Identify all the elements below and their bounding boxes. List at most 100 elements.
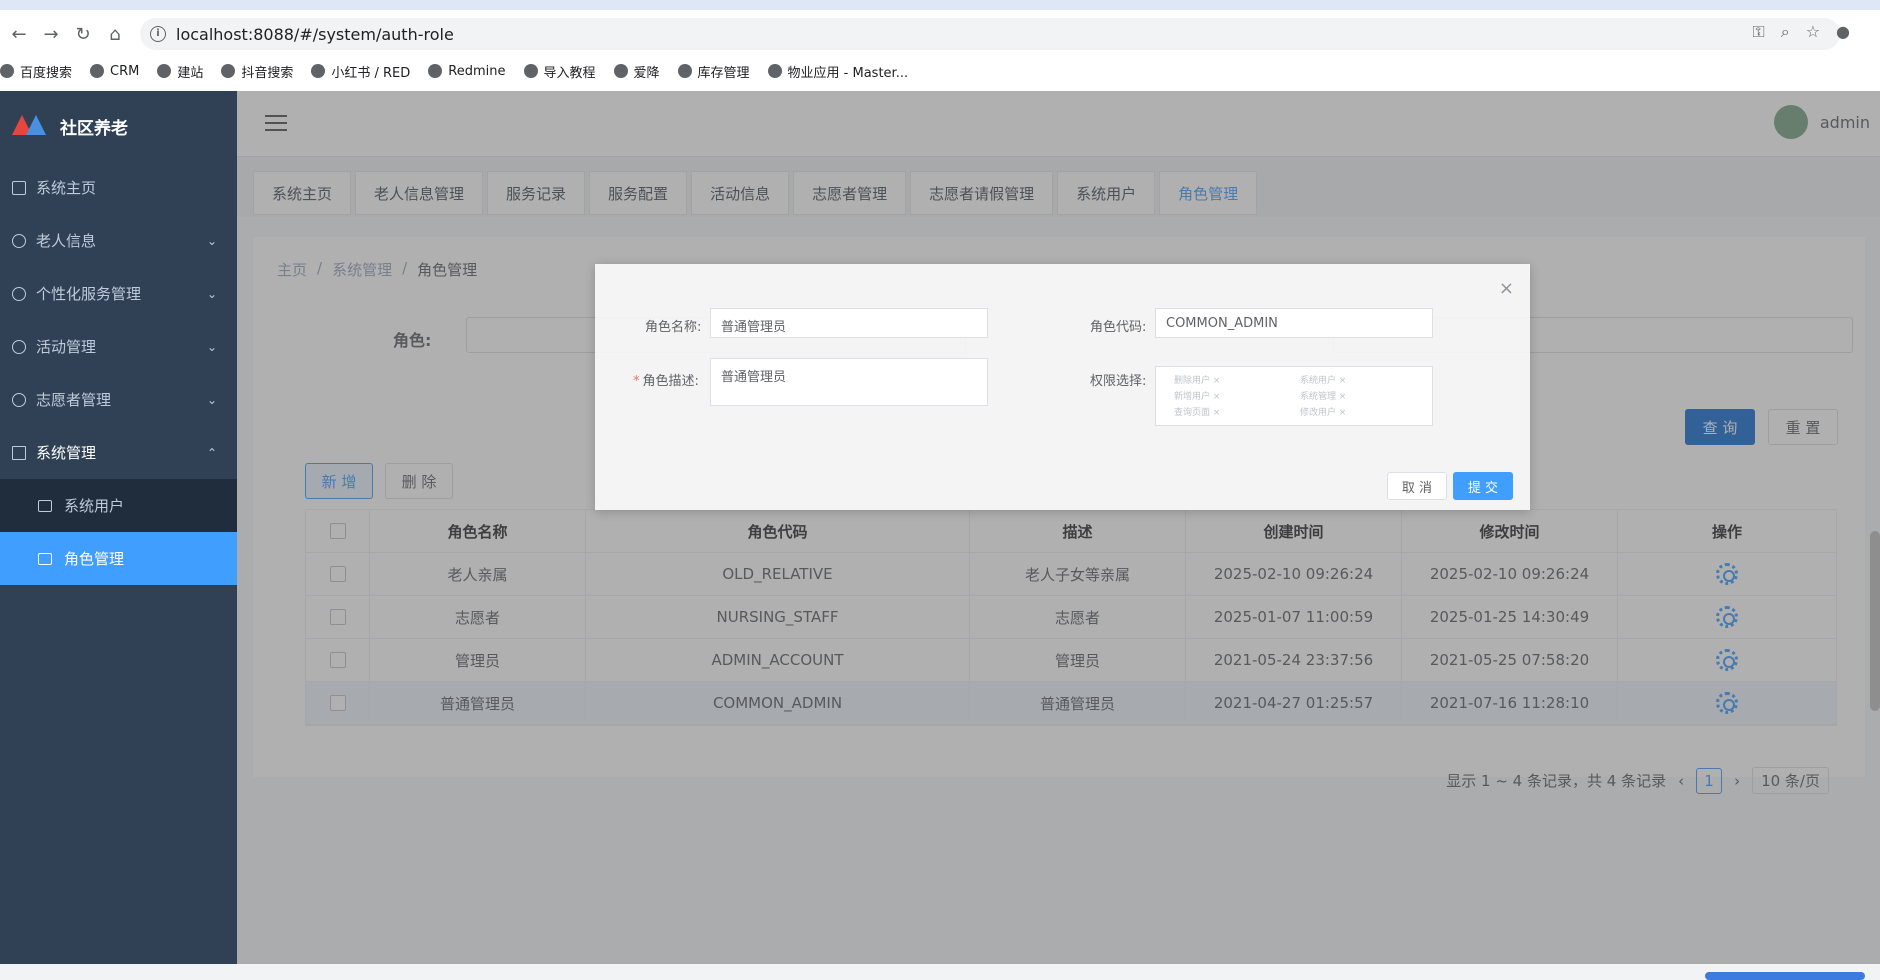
chevron-down-icon: ⌄ <box>206 339 217 354</box>
permission-tag[interactable]: 新增用户 × <box>1174 389 1288 403</box>
sidebar-item-home[interactable]: 系统主页 <box>0 161 237 214</box>
reload-icon[interactable]: ↻ <box>70 21 96 47</box>
bookmark-icon <box>311 64 326 78</box>
bookmarks-bar: 百度搜索 CRM 建站 抖音搜索 小红书 / RED Redmine 导入教程 … <box>0 58 926 84</box>
permission-tag[interactable]: 修改用户 × <box>1300 405 1414 419</box>
bookmark-icon <box>157 64 172 78</box>
browser-status-bar <box>0 964 1880 980</box>
bookmark-icon <box>221 64 236 78</box>
cancel-button[interactable]: 取 消 <box>1387 472 1447 500</box>
modal-overlay[interactable] <box>237 91 1880 964</box>
permission-tag[interactable]: 删除用户 × <box>1174 373 1288 387</box>
permission-select[interactable]: 删除用户 × 系统用户 × 新增用户 × 系统管理 × 查询页面 × 修改用户 … <box>1155 366 1433 426</box>
home-icon <box>12 180 26 195</box>
bookmark-item[interactable]: 爱降 <box>613 62 660 81</box>
bookmark-label: 库存管理 <box>697 65 750 81</box>
forward-icon[interactable]: → <box>38 21 64 47</box>
sidebar-item-system[interactable]: 系统管理 ⌃ <box>0 426 237 479</box>
edit-role-dialog: × 角色名称: 普通管理员 角色代码: COMMON_ADMIN * 角色描述: … <box>595 264 1530 510</box>
info-icon[interactable]: i <box>150 26 166 42</box>
menu-icon <box>12 339 26 354</box>
sidebar-item-label: 志愿者管理 <box>36 391 112 409</box>
bookmark-label: 导入教程 <box>543 65 596 81</box>
sidebar-item-label: 个性化服务管理 <box>36 285 142 303</box>
bookmark-item[interactable]: 建站 <box>157 62 203 81</box>
sidebar-item-label: 系统主页 <box>36 179 97 197</box>
bookmark-item[interactable]: 百度搜索 <box>0 62 72 81</box>
bookmark-label: 物业应用 - Master... <box>787 65 909 81</box>
bookmark-icon <box>90 64 105 78</box>
sidebar-item-role-management[interactable]: 角色管理 <box>0 532 237 585</box>
url-text[interactable]: localhost:8088/#/system/auth-role <box>176 25 454 44</box>
bookmark-label: 小红书 / RED <box>331 65 411 81</box>
chevron-down-icon: ⌄ <box>206 233 217 248</box>
submit-button[interactable]: 提 交 <box>1453 472 1513 500</box>
sidebar-item-elderly[interactable]: 老人信息 ⌄ <box>0 214 237 267</box>
user-icon <box>38 499 52 512</box>
sidebar: 社区养老 系统主页 老人信息 ⌄ 个性化服务管理 ⌄ 活动管理 ⌄ 志愿者管理 … <box>0 91 237 964</box>
sidebar-item-system-users[interactable]: 系统用户 <box>0 479 237 532</box>
bookmark-icon <box>0 64 14 78</box>
bookmark-icon <box>613 64 628 78</box>
sidebar-item-label: 活动管理 <box>36 338 97 356</box>
bookmark-item[interactable]: Redmine <box>428 63 506 79</box>
menu-icon <box>12 286 26 301</box>
role-desc-textarea[interactable]: 普通管理员 <box>710 358 988 406</box>
tab-strip <box>0 0 1880 10</box>
browser-chrome: ← → ↻ ⌂ i localhost:8088/#/system/auth-r… <box>0 0 1880 91</box>
bookmark-label: 建站 <box>177 65 204 81</box>
bookmark-item[interactable]: 物业应用 - Master... <box>767 62 909 81</box>
menu-icon <box>12 233 26 248</box>
logo-icon <box>12 115 46 137</box>
address-bar: ← → ↻ ⌂ i localhost:8088/#/system/auth-r… <box>0 14 1880 54</box>
zoom-icon[interactable]: ⌕ <box>1781 22 1790 42</box>
permission-label: 权限选择: <box>1090 374 1147 389</box>
role-name-label: 角色名称: <box>645 320 702 335</box>
role-desc-label-text: 角色描述: <box>642 374 699 389</box>
chevron-down-icon: ⌄ <box>206 286 217 301</box>
menu-icon <box>12 392 26 407</box>
sidebar-item-label: 老人信息 <box>36 232 97 250</box>
bookmark-label: Redmine <box>448 63 506 79</box>
app-title: 社区养老 <box>60 118 128 139</box>
bookmark-item[interactable]: 抖音搜索 <box>221 62 293 81</box>
bookmark-item[interactable]: 小红书 / RED <box>311 62 410 81</box>
bookmark-label: 百度搜索 <box>20 65 73 81</box>
sidebar-item-label: 系统用户 <box>64 497 125 515</box>
role-code-label: 角色代码: <box>1090 320 1147 335</box>
permission-tag[interactable]: 系统管理 × <box>1300 389 1414 403</box>
sidebar-item-activity[interactable]: 活动管理 ⌄ <box>0 320 237 373</box>
permission-tag[interactable]: 系统用户 × <box>1300 373 1414 387</box>
bookmark-item[interactable]: CRM <box>90 64 139 79</box>
key-icon[interactable]: ⚿ <box>1753 22 1765 42</box>
bookmark-label: 爱降 <box>633 65 660 81</box>
sidebar-item-volunteer[interactable]: 志愿者管理 ⌄ <box>0 373 237 426</box>
back-icon[interactable]: ← <box>6 21 32 47</box>
bookmark-icon <box>677 64 692 78</box>
sidebar-item-service[interactable]: 个性化服务管理 ⌄ <box>0 267 237 320</box>
profile-icon[interactable]: ● <box>1836 22 1850 42</box>
chevron-down-icon: ⌄ <box>206 392 217 407</box>
role-code-input[interactable]: COMMON_ADMIN <box>1155 308 1433 338</box>
home-icon[interactable]: ⌂ <box>102 21 128 47</box>
star-icon[interactable]: ☆ <box>1806 22 1820 42</box>
bookmark-icon <box>767 64 782 78</box>
status-indicator <box>1705 972 1865 980</box>
grid-icon <box>12 445 26 460</box>
bookmark-icon <box>523 64 538 78</box>
bookmark-icon <box>428 64 443 78</box>
chevron-up-icon: ⌃ <box>206 445 217 460</box>
bookmark-item[interactable]: 库存管理 <box>677 62 750 81</box>
sidebar-item-label: 角色管理 <box>64 550 125 568</box>
bookmark-label: CRM <box>110 63 140 79</box>
permission-tag[interactable]: 查询页面 × <box>1174 405 1288 419</box>
role-desc-label: * 角色描述: <box>633 370 699 389</box>
app-logo[interactable]: 社区养老 <box>0 91 237 161</box>
role-name-input[interactable]: 普通管理员 <box>710 308 988 338</box>
bookmark-item[interactable]: 导入教程 <box>523 62 596 81</box>
id-card-icon <box>38 552 52 565</box>
sidebar-item-label: 系统管理 <box>36 444 97 462</box>
url-field[interactable]: i localhost:8088/#/system/auth-role <box>140 18 1840 50</box>
close-icon[interactable]: × <box>1499 278 1514 299</box>
required-marker: * <box>633 374 640 389</box>
